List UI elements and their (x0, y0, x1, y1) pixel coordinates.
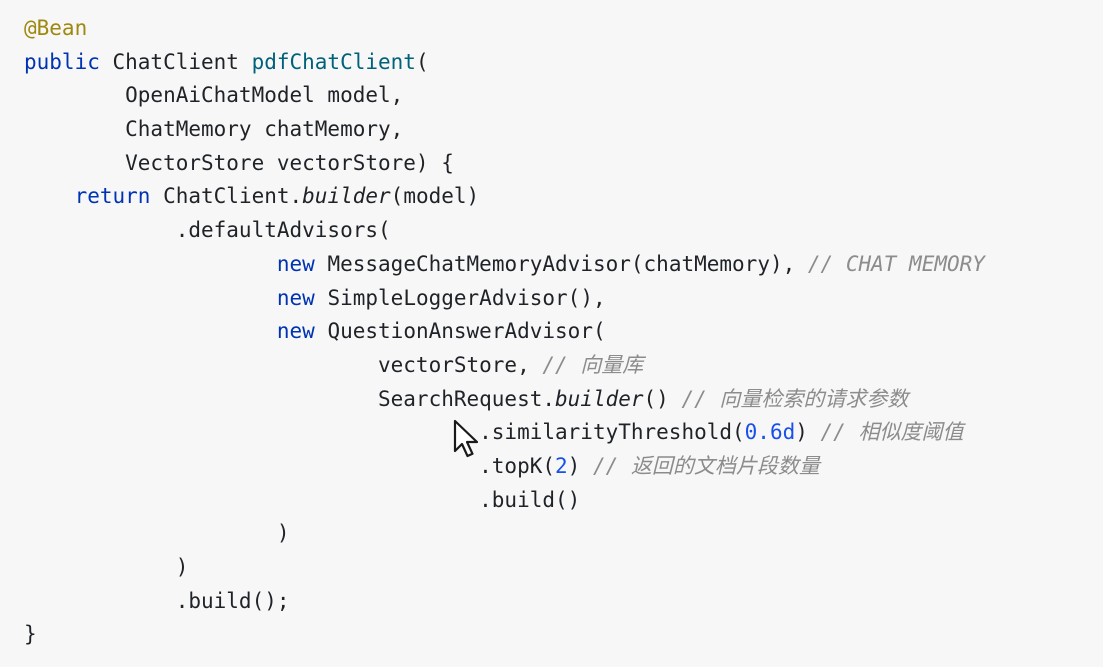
code-line: public ChatClient pdfChatClient( (24, 46, 985, 80)
code-token: vectorStore, (24, 352, 543, 377)
code-comment: 相似度阈值 (858, 420, 964, 445)
code-token: SimpleLoggerAdvisor(), (314, 285, 606, 310)
code-token: ChatClient (99, 49, 252, 74)
code-line: ) (24, 517, 985, 551)
code-block[interactable]: @Bean public ChatClient pdfChatClient( Op… (24, 12, 985, 652)
code-editor[interactable]: @Bean public ChatClient pdfChatClient( Op… (0, 0, 1103, 667)
code-token: 0.6d (744, 420, 796, 445)
code-line: new QuestionAnswerAdvisor( (24, 315, 985, 349)
code-comment: 向量库 (580, 352, 644, 377)
code-token: 2 (555, 453, 568, 478)
code-token: @Bean (24, 16, 88, 40)
code-token: new (276, 251, 315, 276)
code-line: .build(); (24, 585, 985, 619)
code-token: ) (24, 521, 290, 546)
code-token: ChatMemory chatMemory, (24, 117, 404, 142)
code-comment: // (542, 352, 581, 377)
code-token: ChatClient. (150, 184, 303, 209)
code-token: .defaultAdvisors( (24, 218, 391, 243)
code-line: VectorStore vectorStore) { (24, 147, 985, 181)
code-comment: 返回的文档片段数量 (630, 453, 820, 478)
code-token: } (24, 622, 37, 647)
code-token: pdfChatClient (251, 49, 416, 74)
code-token: ) (24, 555, 189, 579)
code-line: ChatMemory chatMemory, (24, 113, 985, 147)
code-comment: // (681, 386, 720, 411)
code-token: public (24, 49, 100, 74)
code-token: builder (302, 184, 391, 209)
code-line: } (24, 618, 985, 652)
code-token: return (74, 184, 151, 209)
code-line: @Bean (24, 12, 985, 46)
code-token: ) (567, 453, 593, 478)
code-token: ( (415, 49, 429, 74)
code-token: .build() (24, 487, 581, 512)
code-token: OpenAiChatModel model, (24, 83, 404, 108)
code-token: new (276, 285, 315, 310)
code-line: vectorStore, // 向量库 (24, 349, 985, 383)
code-comment: 向量检索的请求参数 (719, 386, 909, 411)
code-token: (model) (390, 184, 480, 209)
code-line: SearchRequest.builder() // 向量检索的请求参数 (24, 383, 985, 417)
code-token: SearchRequest. (24, 386, 556, 411)
code-comment: // (820, 420, 859, 445)
code-token: new (276, 319, 315, 344)
code-line: .similarityThreshold(0.6d) // 相似度阈值 (24, 416, 985, 450)
code-token: .similarityThreshold( (24, 420, 745, 445)
code-line: OpenAiChatModel model, (24, 79, 985, 113)
code-token: MessageChatMemoryAdvisor(chatMemory), (314, 251, 808, 276)
code-line: .topK(2) // 返回的文档片段数量 (24, 450, 985, 484)
code-comment: // (592, 453, 631, 478)
code-token: .build(); (24, 588, 290, 613)
code-token: builder (555, 386, 644, 411)
code-comment: // CHAT MEMORY (807, 251, 985, 276)
code-line: .defaultAdvisors( (24, 214, 985, 248)
code-line: new SimpleLoggerAdvisor(), (24, 282, 985, 316)
code-token: QuestionAnswerAdvisor( (314, 319, 606, 344)
code-line: return ChatClient.builder(model) (24, 180, 985, 214)
code-line: .build() (24, 484, 985, 518)
code-token: () (643, 386, 682, 411)
mouse-pointer-icon (453, 419, 479, 458)
code-line: new MessageChatMemoryAdvisor(chatMemory)… (24, 248, 985, 282)
code-token: VectorStore vectorStore) { (24, 150, 454, 175)
code-token: ) (795, 420, 821, 445)
code-line: ) (24, 551, 985, 585)
